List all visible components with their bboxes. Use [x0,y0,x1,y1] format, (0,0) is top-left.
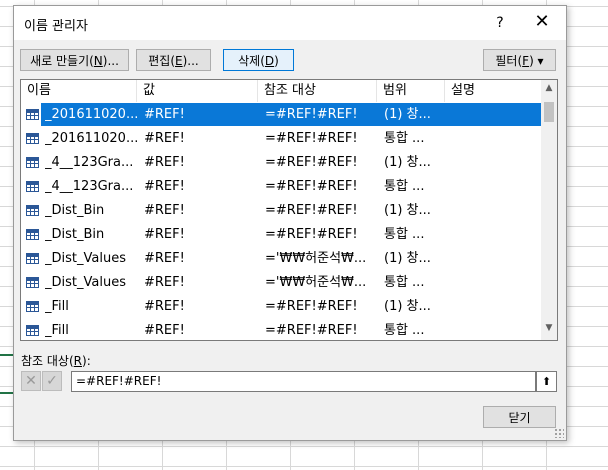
name-row[interactable]: _201611020... #REF! =#REF!#REF! (1) 창... [21,103,541,127]
defined-name-grid-icon [26,229,39,240]
defined-name-grid-icon [26,277,39,288]
row-name-cell: _Fill [45,323,69,338]
close-button[interactable]: 닫기 [483,406,556,428]
name-row[interactable]: _201611020... #REF! =#REF!#REF! 통합 ... [21,127,541,151]
defined-name-grid-icon [26,205,39,216]
row-scope-cell: (1) 창... [384,203,431,218]
resize-grip-icon[interactable] [554,428,564,438]
new-name-button[interactable]: 새로 만들기(N)... [20,49,129,71]
row-name-cell: _4__123Gra... [45,155,134,170]
row-value-cell: #REF! [144,203,185,218]
delete-button[interactable]: 삭제(D) [223,49,294,71]
sheet-cell-border-highlight [0,392,14,394]
name-row[interactable]: _Fill #REF! =#REF!#REF! 통합 ... [21,319,541,340]
row-refers-to-cell: =#REF!#REF! [265,203,358,218]
defined-name-grid-icon [26,253,39,264]
scroll-down-arrow-icon[interactable]: ▼ [541,320,557,336]
defined-name-grid-icon [26,133,39,144]
column-header-value[interactable]: 값 [137,80,258,102]
row-value-cell: #REF! [144,131,185,146]
row-value-cell: #REF! [144,299,185,314]
row-comment-cell [452,295,540,319]
filter-dropdown-button[interactable]: 필터(F) ▾ [483,49,556,71]
scroll-up-arrow-icon[interactable]: ▲ [541,80,557,96]
row-name-cell: _Dist_Values [45,251,126,266]
row-comment-cell [452,271,540,295]
row-scope-cell: 통합 ... [384,323,425,338]
close-icon[interactable]: ✕ [530,10,554,34]
row-refers-to-cell: =#REF!#REF! [265,155,358,170]
help-button[interactable]: ? [488,12,512,34]
row-refers-to-cell: =#REF!#REF! [265,323,358,338]
row-name-cell: _Dist_Bin [45,203,105,218]
row-refers-to-cell: =#REF!#REF! [265,227,358,242]
row-comment-cell [452,247,540,271]
edit-button[interactable]: 편집(E)... [136,49,211,71]
defined-name-grid-icon [26,301,39,312]
cancel-x-icon[interactable]: ✕ [21,371,41,391]
row-comment-cell [452,151,540,175]
collapse-dialog-icon[interactable]: ⬆ [536,371,557,392]
row-value-cell: #REF! [144,107,185,122]
defined-name-grid-icon [26,157,39,168]
defined-name-grid-icon [26,181,39,192]
row-comment-cell [452,319,540,340]
scroll-thumb[interactable] [544,102,554,122]
row-scope-cell: (1) 창... [384,251,431,266]
name-row[interactable]: _Dist_Values #REF! ='₩₩허준석₩... (1) 창... [21,247,541,271]
row-name-cell: _201611020... [45,107,137,122]
list-header: 이름 값 참조 대상 범위 설명 [21,80,541,102]
sheet-cell-border-highlight [0,354,14,356]
row-value-cell: #REF! [144,275,185,290]
name-row[interactable]: _4__123Gra... #REF! =#REF!#REF! (1) 창... [21,151,541,175]
row-refers-to-cell: =#REF!#REF! [265,107,358,122]
defined-name-grid-icon [26,325,39,336]
row-name-cell: _201611020... [45,131,137,146]
row-name-cell: _4__123Gra... [45,179,134,194]
row-value-cell: #REF! [144,227,185,242]
name-row[interactable]: _Dist_Bin #REF! =#REF!#REF! 통합 ... [21,223,541,247]
row-scope-cell: 통합 ... [384,227,425,242]
row-value-cell: #REF! [144,179,185,194]
column-header-comment[interactable]: 설명 [445,80,541,102]
vertical-scrollbar[interactable]: ▲ ▼ [541,80,557,340]
row-scope-cell: (1) 창... [384,155,431,170]
row-comment-cell [452,127,540,151]
name-manager-dialog: 이름 관리자 ? ✕ 새로 만들기(N)... 편집(E)... 삭제(D) 필… [13,5,567,441]
row-name-cell: _Fill [45,299,69,314]
column-header-refers-to[interactable]: 참조 대상 [258,80,377,102]
row-scope-cell: 통합 ... [384,131,425,146]
row-value-cell: #REF! [144,251,185,266]
row-comment-cell [452,175,540,199]
dialog-title: 이름 관리자 [24,19,88,34]
column-header-name[interactable]: 이름 [21,80,137,102]
row-value-cell: #REF! [144,323,185,338]
row-refers-to-cell: =#REF!#REF! [265,179,358,194]
refers-to-label: 참조 대상(R): [21,354,91,368]
refers-to-input[interactable]: =#REF!#REF! [71,371,536,392]
row-refers-to-cell: ='₩₩허준석₩... [265,251,367,266]
title-bar: 이름 관리자 ? ✕ [14,6,566,40]
name-row[interactable]: _4__123Gra... #REF! =#REF!#REF! 통합 ... [21,175,541,199]
row-refers-to-cell: =#REF!#REF! [265,299,358,314]
name-row[interactable]: _Dist_Bin #REF! =#REF!#REF! (1) 창... [21,199,541,223]
name-row[interactable]: _Fill #REF! =#REF!#REF! (1) 창... [21,295,541,319]
row-scope-cell: 통합 ... [384,179,425,194]
name-row[interactable]: _Dist_Values #REF! ='₩₩허준석₩... 통합 ... [21,271,541,295]
row-comment-cell [452,199,540,223]
row-scope-cell: 통합 ... [384,275,425,290]
check-icon[interactable]: ✓ [42,371,62,391]
row-refers-to-cell: ='₩₩허준석₩... [265,275,367,290]
row-scope-cell: (1) 창... [384,299,431,314]
column-header-scope[interactable]: 범위 [377,80,445,102]
row-value-cell: #REF! [144,155,185,170]
row-name-cell: _Dist_Bin [45,227,105,242]
row-scope-cell: (1) 창... [384,107,431,122]
defined-name-grid-icon [26,109,39,120]
row-comment-cell [452,103,540,127]
row-comment-cell [452,223,540,247]
row-refers-to-cell: =#REF!#REF! [265,131,358,146]
names-list[interactable]: 이름 값 참조 대상 범위 설명 _201611020... #REF! =#REF… [20,79,558,341]
row-name-cell: _Dist_Values [45,275,126,290]
